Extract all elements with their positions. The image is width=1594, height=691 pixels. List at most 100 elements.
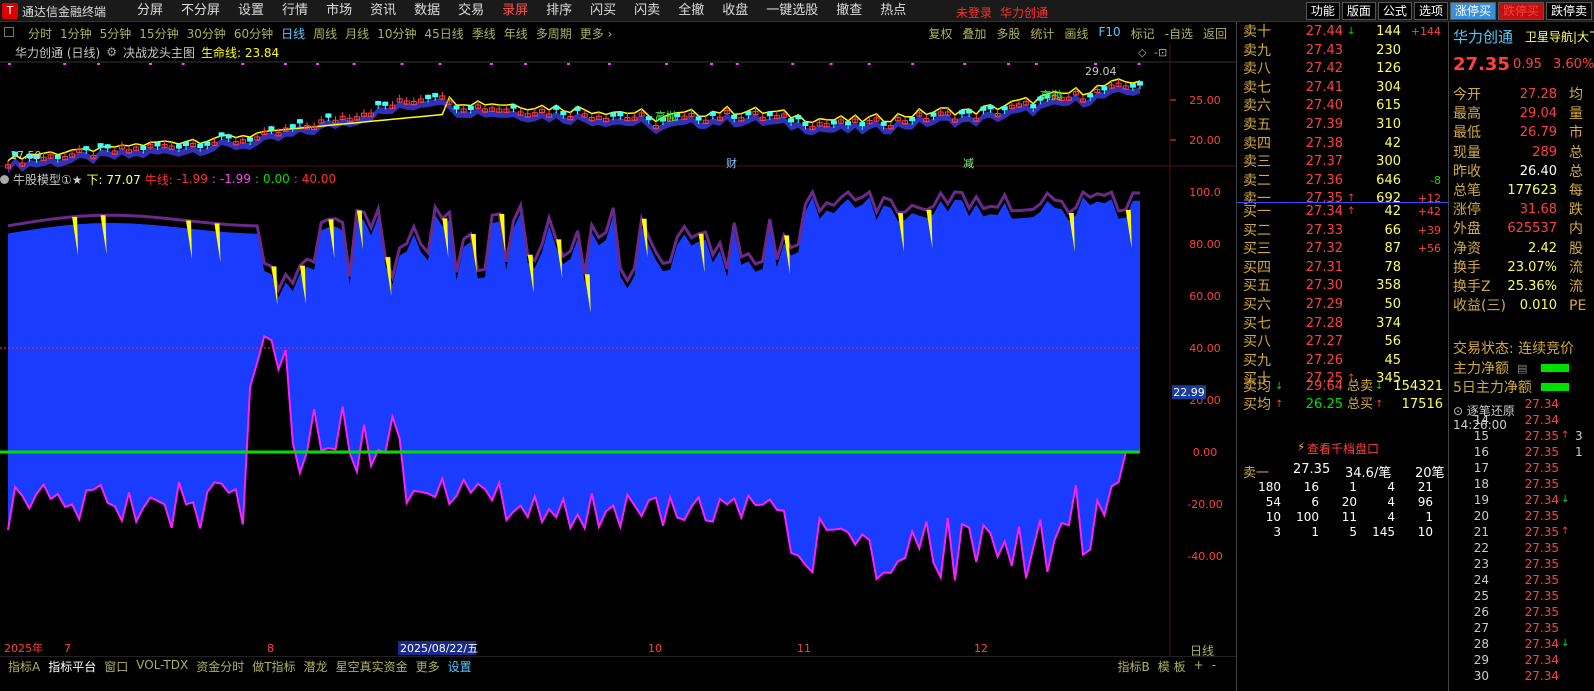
bottom-tab[interactable]: 星空真实资金 [332,658,412,675]
bottom-tab[interactable]: 潜龙 [300,658,332,675]
diamond-icon[interactable]: ◇ [1138,46,1147,59]
level-volume: 374 [1376,315,1401,331]
chart-icon[interactable]: ▤ [1517,360,1527,378]
main-net-5d-row: 5日主力净额 [1449,379,1594,397]
tick-price: 27.35 [1524,525,1559,539]
order-book-level[interactable]: 卖三 27.37 300 [1237,154,1449,170]
tick-arrow-icon: ↑ [1561,526,1570,537]
order-book-level[interactable]: 卖四 27.38 42 [1237,136,1449,152]
level-price: 27.38 [1305,135,1343,151]
bottom-tab[interactable]: 指标A [4,658,44,675]
bottom-right-tab[interactable]: 指标B [1114,658,1154,675]
queue-cell: 145 [1372,525,1395,539]
level-change: +42 [1417,205,1441,218]
event-marker[interactable]: 财 [726,156,737,170]
order-book-level[interactable]: 买一 27.34 ↑ 42 +42 [1237,204,1449,220]
quote-field-label-2: 均 [1569,87,1583,103]
indicator-axis-tick: 0.00 [1193,446,1218,459]
quote-field-row: 换手 23.07% 流 [1449,259,1594,277]
quote-field-label: 最低 [1453,125,1481,142]
order-book-level[interactable]: 卖七 27.41 304 [1237,80,1449,96]
order-book-level[interactable]: 买八 27.27 56 [1237,334,1449,350]
candle-body [104,144,111,149]
bottom-tab[interactable]: 更多 [412,658,444,675]
order-book-level[interactable]: 买四 27.31 78 [1237,260,1449,276]
bottom-right-tab[interactable]: + [1190,658,1208,675]
signal-dot [352,63,356,65]
panel-menu-icon[interactable] [0,48,9,57]
top-button[interactable]: 选项 [1413,2,1448,20]
signal-dot [911,63,915,65]
signal-dot [791,63,795,65]
top-button[interactable]: 跌停卖 [1545,2,1592,20]
bottom-tab[interactable]: 设置 [444,658,476,675]
stock-concept-tag[interactable]: 卫星导航|大飞 [1525,28,1594,45]
candle-body [930,112,937,117]
top-button[interactable]: 版面 [1341,2,1376,20]
bottom-tab[interactable]: 资金分时 [192,658,248,675]
order-book-level[interactable]: 卖十 27.44 ↓ 144 +144 [1237,24,1449,40]
tick-row: 20 27.35 [1449,508,1594,524]
quote-field-label: 收益(三) [1453,298,1506,315]
candle-body [154,142,161,147]
order-book-level[interactable]: 卖九 27.43 230 [1237,43,1449,59]
bottom-tab[interactable]: 做T指标 [248,658,299,675]
top-button[interactable]: 涨停买 [1449,2,1496,20]
bottom-tab[interactable]: 指标平台 [44,658,100,675]
tick-volume: 3 [1575,429,1583,443]
level-label: 买八 [1243,334,1271,351]
quote-field-label: 外盘 [1453,221,1481,238]
indicator-gear-icon[interactable] [0,174,9,184]
tick-row: 24 27.35 [1449,572,1594,588]
indicator-name[interactable]: 牛股模型①★ [13,171,83,188]
high-price-label: 29.04 [1085,65,1117,78]
price-change: 0.95 [1513,57,1542,72]
tick-price: 27.34 [1524,493,1559,507]
quote-field-value: 625537 [1507,221,1557,237]
minimize-icon[interactable]: -⊡ [1154,46,1167,59]
candle-body [432,93,439,98]
candle-body [788,118,795,123]
quote-field-row: 净资 2.42 股 [1449,240,1594,258]
queue-row: 54 6 20 4 96 [1237,495,1449,510]
quote-field-label: 净资 [1453,240,1481,257]
main-indicator-name[interactable]: 决战龙头主图 [123,44,195,61]
indicator-value-4: 40.00 [301,172,337,186]
signal-dot [1137,63,1141,65]
order-book-level[interactable]: 买九 27.26 45 [1237,353,1449,369]
queue-cell: 20 [1341,495,1357,509]
indicator-gear-icon[interactable]: ⚙ [106,45,117,59]
top-button[interactable]: 公式 [1377,2,1412,20]
level-volume: 87 [1384,241,1401,257]
bottom-tab[interactable]: 窗口 [100,658,132,675]
order-book-level[interactable]: 买五 27.30 358 [1237,278,1449,294]
order-book-level[interactable]: 买三 27.32 87 +56 [1237,241,1449,257]
candle-body [1137,81,1143,86]
view-thousand-level-link[interactable]: 查看千档盘口 [1237,440,1449,457]
order-book-level[interactable]: 卖五 27.39 310 [1237,117,1449,133]
order-book-level[interactable]: 卖八 27.42 126 [1237,61,1449,77]
level-price: 27.34 [1305,204,1343,219]
bottom-right-tab[interactable]: - [1208,658,1220,675]
order-book-level[interactable]: 卖六 27.40 615 [1237,98,1449,114]
event-marker[interactable]: 减 [963,157,974,170]
tick-price: 27.34 [1524,413,1559,427]
order-book-level[interactable]: 买六 27.29 50 [1237,297,1449,313]
top-button[interactable]: 跌停买 [1497,2,1544,20]
tick-arrow-icon: ↓ [1561,494,1570,505]
order-book-level[interactable]: 买七 27.28 374 [1237,316,1449,332]
level-price: 27.41 [1305,79,1343,95]
order-book-level[interactable]: 买二 27.33 66 +39 [1237,223,1449,239]
total-ask-label: 总卖 [1347,379,1374,394]
order-book-level[interactable]: 卖二 27.36 646 -8 [1237,173,1449,189]
candle-body [1087,93,1094,98]
quote-field-label: 换手 [1453,259,1481,276]
tick-price: 27.35 [1524,589,1559,603]
chart-canvas[interactable]: 25.0020.0029.0417.50财 减高抛高抛100.080.0060.0… [0,0,1236,691]
candle-body [247,137,254,142]
bottom-right-tab[interactable]: 模 板 [1154,658,1190,675]
candle-body [375,101,382,106]
quote-field-label-2: 量 [1569,106,1583,123]
bottom-tab[interactable]: VOL-TDX [132,658,192,675]
top-button[interactable]: 功能 [1305,2,1340,20]
